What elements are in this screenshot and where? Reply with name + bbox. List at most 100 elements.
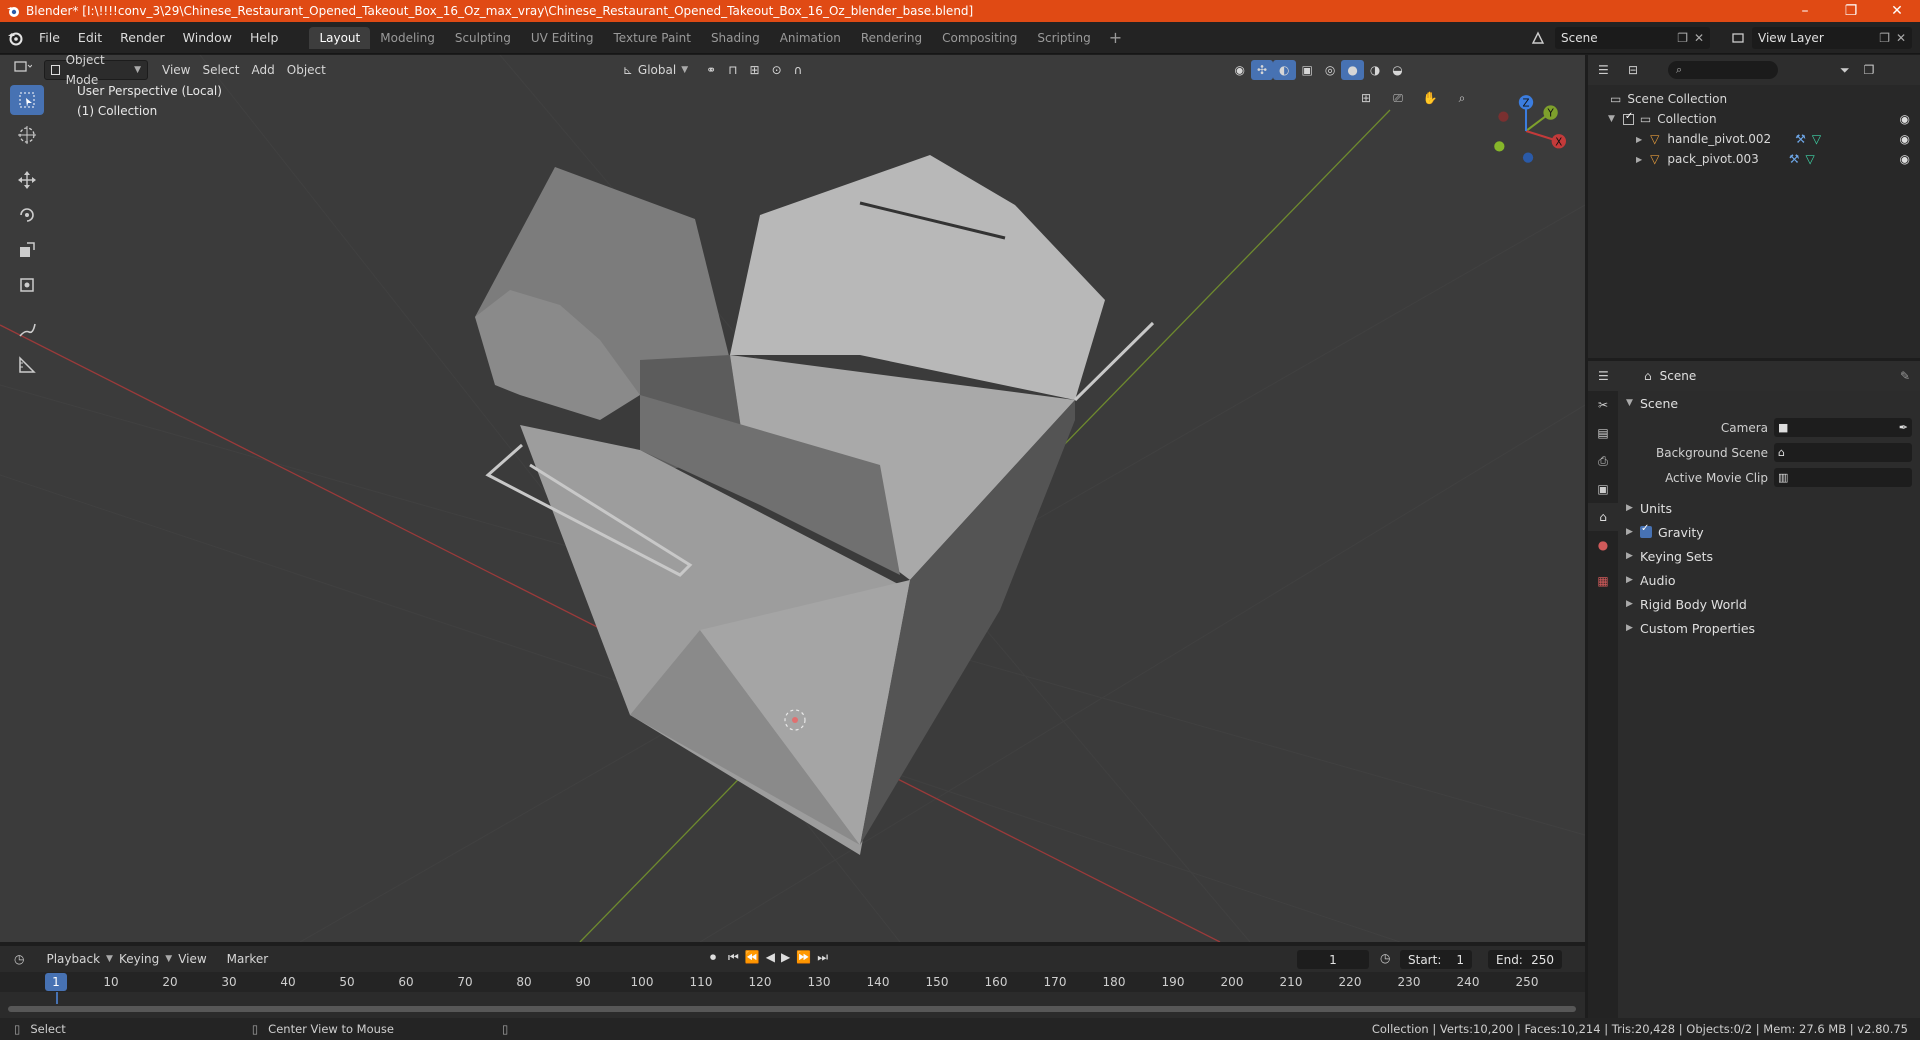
scale-tool[interactable] [10, 235, 44, 265]
visibility-icon[interactable]: ◉ [1228, 60, 1250, 80]
neg-x-axis-handle[interactable] [1498, 111, 1509, 122]
proportional-edit-icon[interactable]: ⊙ [766, 60, 788, 80]
menu-select[interactable]: Select [196, 60, 245, 80]
mesh-data-icon[interactable]: ▽ [1812, 132, 1821, 146]
texture-tab-icon[interactable]: ▦ [1588, 567, 1618, 595]
tool-settings-tab-icon[interactable]: ✂ [1588, 391, 1618, 419]
tab-sculpting[interactable]: Sculpting [445, 27, 521, 49]
timeline-editor-type-icon[interactable]: ◷ [8, 949, 30, 969]
tab-rendering[interactable]: Rendering [851, 27, 932, 49]
camera-icon[interactable]: ⎚ [1385, 85, 1411, 111]
menu-keying[interactable]: Keying [113, 949, 165, 969]
background-scene-field[interactable]: ⌂ [1774, 443, 1912, 462]
menu-file[interactable]: File [30, 22, 69, 54]
jump-start-button[interactable]: ⏮ [728, 950, 739, 965]
rigid-body-world-panel-header[interactable]: ▶ Rigid Body World [1618, 592, 1920, 616]
view-layer-selector[interactable]: View Layer ❐ ✕ [1752, 27, 1912, 49]
play-button[interactable]: ▶ [781, 950, 790, 965]
menu-playback[interactable]: Playback [40, 949, 106, 969]
transform-tool[interactable] [10, 270, 44, 300]
active-movie-clip-field[interactable]: ▥ [1774, 468, 1912, 487]
tab-modeling[interactable]: Modeling [370, 27, 445, 49]
annotate-tool[interactable] [10, 315, 44, 345]
material-shading-icon[interactable]: ◑ [1364, 60, 1386, 80]
view-layer-tab-icon[interactable]: ▣ [1588, 475, 1618, 503]
solid-shading-icon[interactable]: ● [1341, 60, 1364, 80]
outliner-row-collection[interactable]: ▼ ✓ ▭ Collection ◉ [1588, 109, 1920, 129]
wireframe-shading-icon[interactable]: ◎ [1319, 60, 1341, 80]
jump-end-button[interactable]: ⏭ [817, 950, 828, 965]
units-panel-header[interactable]: ▶ Units [1618, 496, 1920, 520]
menu-add[interactable]: Add [246, 60, 281, 80]
mesh-data-icon[interactable]: ▽ [1806, 152, 1815, 166]
world-tab-icon[interactable]: ● [1588, 531, 1618, 559]
display-mode-icon[interactable]: ⊟ [1628, 63, 1668, 77]
snap-target-icon[interactable]: ⊞ [744, 60, 766, 80]
properties-editor-type-icon[interactable]: ☰ [1598, 369, 1644, 383]
gizmo-toggle-icon[interactable]: ✣ [1250, 60, 1274, 80]
menu-view[interactable]: View [172, 949, 212, 969]
orientation-dropdown[interactable]: ⊾ Global ▼ [617, 60, 694, 80]
neg-y-axis-handle[interactable] [1494, 141, 1505, 152]
pin-icon[interactable]: ✎ [1900, 369, 1910, 383]
modifier-wrench-icon[interactable]: ⚒ [1795, 132, 1806, 146]
camera-field[interactable]: ■ ✒ [1774, 418, 1912, 437]
clock-icon[interactable]: ◷ [1380, 951, 1390, 965]
minimize-button[interactable]: – [1782, 0, 1828, 22]
gravity-checkbox[interactable]: ✓ [1640, 523, 1652, 538]
menu-marker[interactable]: Marker [221, 949, 274, 969]
snap-icon[interactable]: ⊓ [722, 60, 743, 80]
menu-help[interactable]: Help [241, 22, 288, 54]
eye-icon[interactable]: ◉ [1900, 132, 1910, 146]
rotate-tool[interactable] [10, 200, 44, 230]
end-frame-field[interactable]: End: 250 [1488, 950, 1562, 969]
output-tab-icon[interactable]: ⎙ [1588, 447, 1618, 475]
tab-uv-editing[interactable]: UV Editing [521, 27, 604, 49]
add-workspace-button[interactable]: + [1101, 28, 1130, 47]
rendered-shading-icon[interactable]: ◒ [1386, 60, 1408, 80]
outliner-row-scene-collection[interactable]: ▭ Scene Collection [1588, 89, 1920, 109]
mode-dropdown[interactable]: Object Mode ▼ [44, 55, 148, 87]
current-frame-field[interactable]: 1 [1297, 950, 1369, 969]
falloff-icon[interactable]: ∩ [788, 60, 809, 80]
tab-compositing[interactable]: Compositing [932, 27, 1027, 49]
next-keyframe-button[interactable]: ⏩ [796, 950, 811, 965]
editor-type-button[interactable] [8, 60, 38, 80]
eye-icon[interactable]: ◉ [1900, 152, 1910, 166]
menu-window[interactable]: Window [174, 22, 241, 54]
modifier-wrench-icon[interactable]: ⚒ [1789, 152, 1800, 166]
expand-arrow-icon[interactable]: ▼ [1608, 114, 1615, 124]
zoom-icon[interactable]: ⌕ [1449, 85, 1475, 111]
menu-edit[interactable]: Edit [69, 22, 111, 54]
scene-type-icon[interactable] [1526, 28, 1550, 48]
record-button[interactable]: ⏺ [710, 950, 716, 965]
xray-toggle-icon[interactable]: ▣ [1296, 60, 1319, 80]
select-box-tool[interactable] [10, 85, 44, 115]
delete-scene-icon[interactable]: ✕ [1694, 31, 1704, 45]
render-tab-icon[interactable]: ▤ [1588, 419, 1618, 447]
expand-arrow-icon[interactable]: ▶ [1636, 155, 1642, 164]
timeline-scrollbar[interactable] [8, 1006, 1576, 1012]
outliner-row-object[interactable]: ▶ ▽ handle_pivot.002 ⚒ ▽ ◉ [1588, 129, 1920, 149]
view-layer-icon[interactable] [1726, 28, 1750, 48]
start-frame-field[interactable]: Start: 1 [1400, 950, 1472, 969]
restore-button[interactable]: ❐ [1828, 0, 1874, 22]
menu-render[interactable]: Render [111, 22, 174, 54]
outliner-row-object[interactable]: ▶ ▽ pack_pivot.003 ⚒ ▽ ◉ [1588, 149, 1920, 169]
collection-checkbox[interactable]: ✓ [1622, 111, 1634, 125]
new-view-layer-icon[interactable]: ❐ [1879, 31, 1890, 45]
audio-panel-header[interactable]: ▶ Audio [1618, 568, 1920, 592]
tab-layout[interactable]: Layout [309, 26, 371, 49]
outliner-search-input[interactable]: ⌕ [1668, 61, 1778, 79]
menu-object[interactable]: Object [281, 60, 332, 80]
neg-z-axis-handle[interactable] [1522, 152, 1534, 163]
pivot-point-icon[interactable]: ⚭ [700, 60, 722, 80]
gravity-panel-header[interactable]: ▶ ✓ Gravity [1618, 520, 1920, 544]
scene-panel-header[interactable]: ▼ Scene [1618, 391, 1920, 415]
new-collection-icon[interactable]: ❐ [1864, 63, 1875, 77]
measure-tool[interactable] [10, 350, 44, 380]
close-button[interactable]: ✕ [1874, 0, 1920, 22]
eye-icon[interactable]: ◉ [1900, 112, 1910, 126]
keying-sets-panel-header[interactable]: ▶ Keying Sets [1618, 544, 1920, 568]
tab-texture-paint[interactable]: Texture Paint [604, 27, 701, 49]
